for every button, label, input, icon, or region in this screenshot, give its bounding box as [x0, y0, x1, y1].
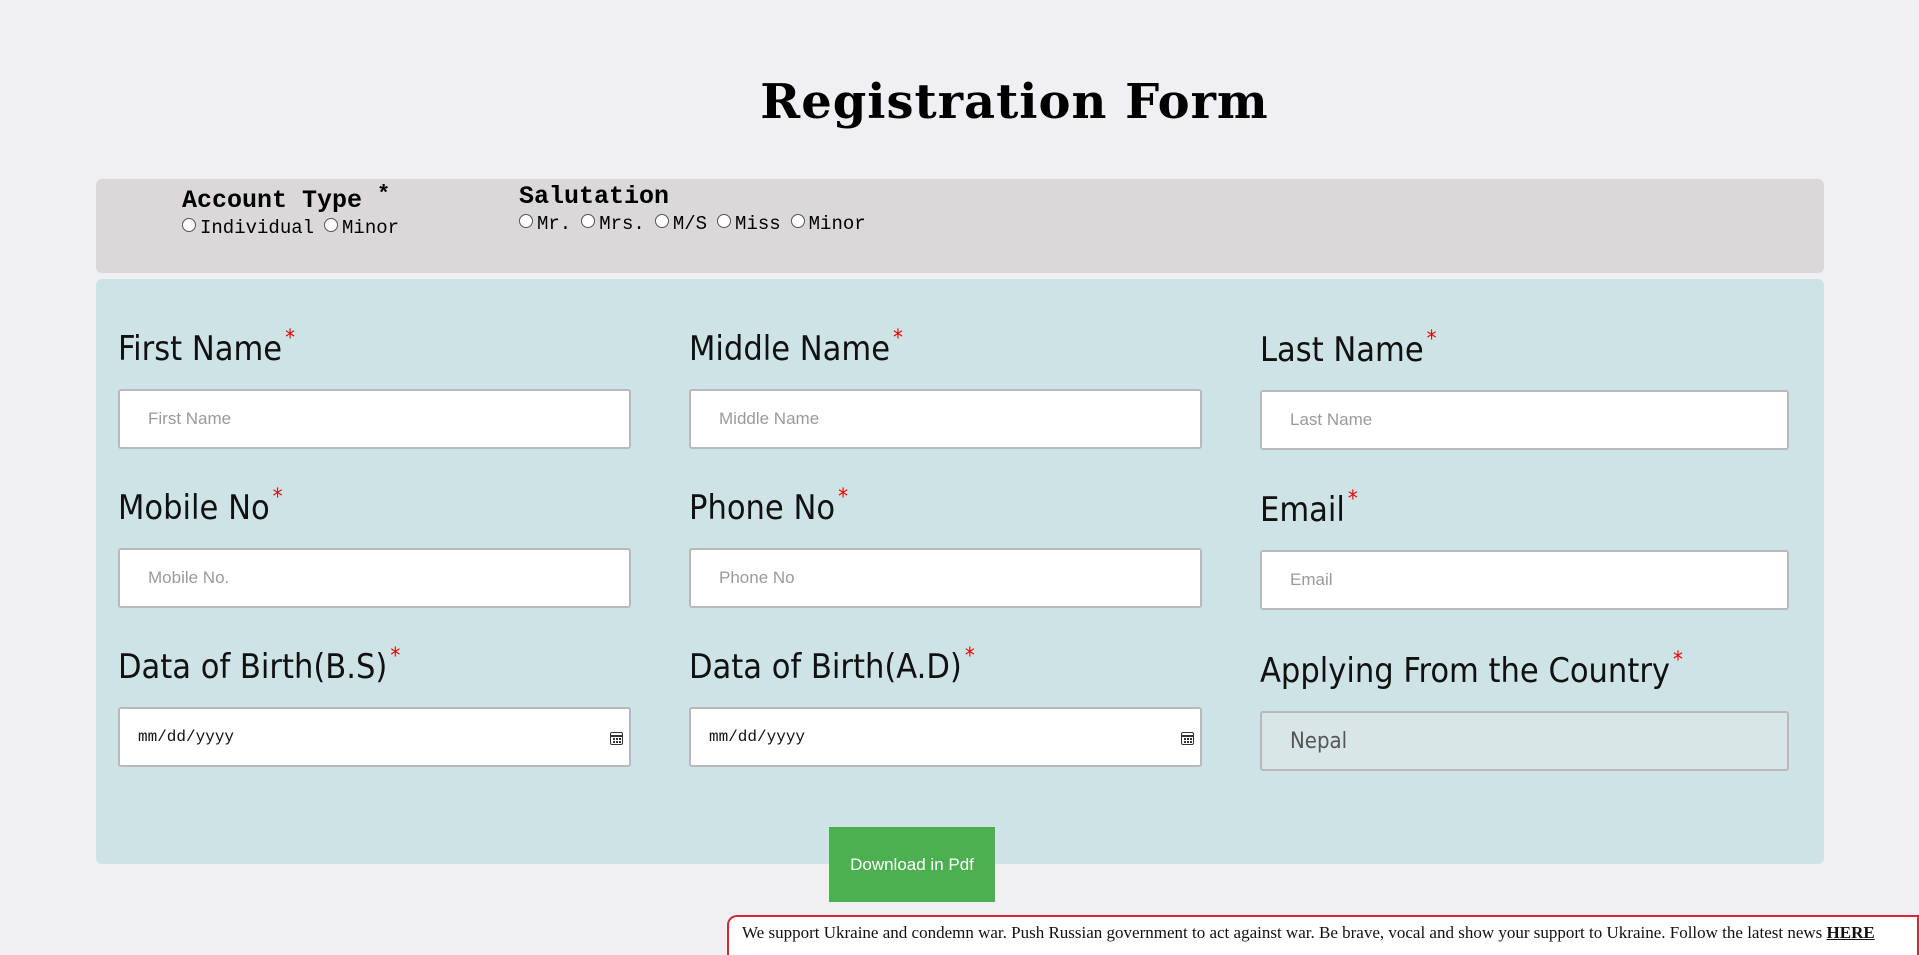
- account-type-title: Account Type *: [182, 182, 391, 215]
- required-mark: *: [964, 644, 975, 669]
- salutation-group: Salutation Mr. Mrs. M/S Miss Minor: [519, 183, 876, 235]
- radio-circle[interactable]: [519, 214, 533, 228]
- date-value: mm/dd/yyyy: [138, 728, 235, 746]
- salutation-title: Salutation: [519, 182, 670, 211]
- radio-ms[interactable]: M/S: [654, 213, 707, 235]
- required-mark: *: [390, 644, 401, 669]
- date-value: mm/dd/yyyy: [709, 728, 806, 746]
- middle-name-label: Middle Name *: [689, 326, 903, 369]
- required-mark: *: [1347, 487, 1358, 512]
- required-mark: *: [285, 326, 295, 351]
- phone-no-field: Phone No * Phone No: [689, 483, 1202, 608]
- mobile-no-input[interactable]: Mobile No.: [118, 548, 631, 608]
- middle-name-input[interactable]: Middle Name: [689, 389, 1202, 449]
- first-name-input[interactable]: First Name: [118, 389, 631, 449]
- dob-bs-label: Data of Birth(B.S) *: [118, 644, 401, 687]
- first-name-field: First Name * First Name: [118, 324, 631, 449]
- radio-individual[interactable]: Individual: [182, 217, 314, 239]
- radio-mr[interactable]: Mr.: [519, 213, 571, 235]
- first-name-label: First Name *: [118, 326, 295, 369]
- form-panel: First Name * First Name Middle Name * Midd…: [96, 279, 1824, 864]
- banner-text: We support Ukraine and condemn war. Push…: [742, 923, 1827, 942]
- required-mark: *: [377, 182, 391, 207]
- dob-ad-label: Data of Birth(A.D) *: [689, 644, 975, 687]
- last-name-field: Last Name * Last Name: [1260, 325, 1789, 450]
- required-mark: *: [838, 485, 848, 510]
- radio-circle[interactable]: [790, 214, 805, 228]
- required-mark: *: [272, 485, 283, 510]
- radio-minor-account[interactable]: Minor: [324, 217, 399, 239]
- dob-ad-input[interactable]: mm/dd/yyyy: [689, 707, 1202, 767]
- last-name-label: Last Name *: [1260, 327, 1437, 370]
- radio-mrs[interactable]: Mrs.: [581, 213, 645, 235]
- dob-bs-input[interactable]: mm/dd/yyyy: [118, 707, 631, 767]
- phone-no-label: Phone No *: [689, 485, 848, 528]
- phone-no-input[interactable]: Phone No: [689, 548, 1202, 608]
- radio-miss[interactable]: Miss: [717, 213, 781, 235]
- radio-circle[interactable]: [324, 218, 339, 232]
- dob-bs-field: Data of Birth(B.S) * mm/dd/yyyy: [118, 642, 631, 767]
- calendar-icon[interactable]: [610, 732, 623, 745]
- salutation-options: Mr. Mrs. M/S Miss Minor: [519, 213, 876, 235]
- account-type-group: Account Type * Individual Minor: [182, 182, 409, 239]
- required-mark: *: [1426, 327, 1437, 352]
- required-mark: *: [893, 326, 903, 351]
- email-input[interactable]: Email: [1260, 550, 1789, 610]
- radio-circle[interactable]: [654, 214, 669, 228]
- country-label: Applying From the Country *: [1260, 648, 1683, 691]
- banner-link[interactable]: HERE: [1827, 923, 1875, 942]
- radio-minor-salutation[interactable]: Minor: [790, 213, 866, 235]
- radio-circle[interactable]: [182, 218, 196, 232]
- dob-ad-field: Data of Birth(A.D) * mm/dd/yyyy: [689, 642, 1202, 767]
- download-pdf-button[interactable]: Download in Pdf: [829, 827, 995, 902]
- page-title: Registration Form: [760, 74, 1269, 130]
- email-label: Email *: [1260, 487, 1358, 530]
- radio-circle[interactable]: [581, 214, 596, 228]
- middle-name-field: Middle Name * Middle Name: [689, 324, 1202, 449]
- last-name-input[interactable]: Last Name: [1260, 390, 1789, 450]
- mobile-no-label: Mobile No *: [118, 485, 283, 528]
- options-panel: Account Type * Individual Minor Salutati…: [96, 179, 1824, 273]
- required-mark: *: [1672, 648, 1683, 673]
- ukraine-support-banner: We support Ukraine and condemn war. Push…: [727, 915, 1919, 955]
- country-field: Applying From the Country * Nepal: [1260, 646, 1789, 771]
- email-field: Email * Email: [1260, 485, 1789, 610]
- account-type-options: Individual Minor: [182, 217, 409, 239]
- mobile-no-field: Mobile No * Mobile No.: [118, 483, 631, 608]
- calendar-icon[interactable]: [1181, 732, 1194, 745]
- country-input[interactable]: Nepal: [1260, 711, 1789, 771]
- radio-circle[interactable]: [717, 214, 732, 228]
